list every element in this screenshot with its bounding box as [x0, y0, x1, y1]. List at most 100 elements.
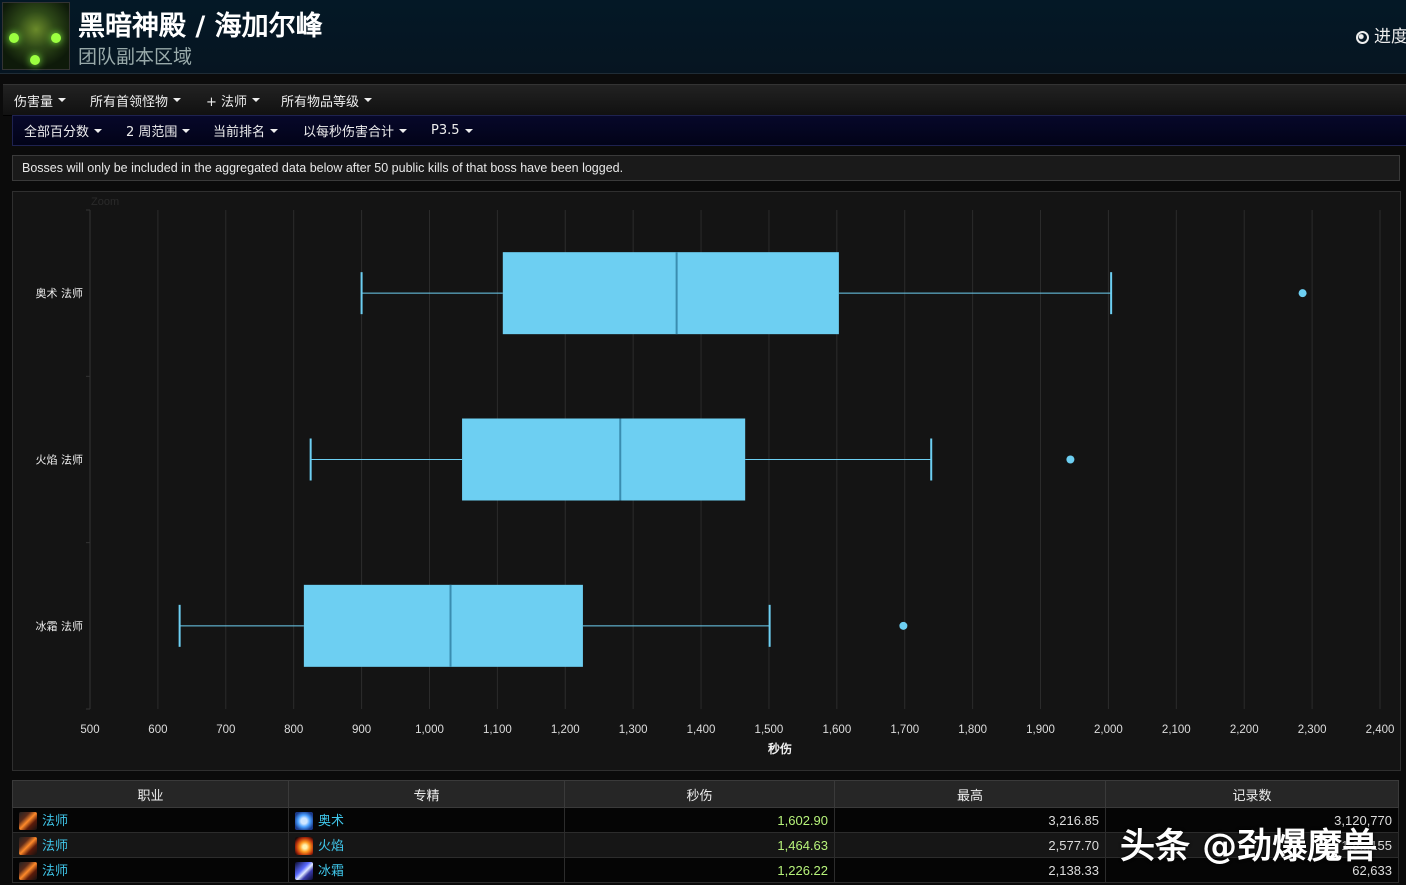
- dps-value: 1,226.22: [564, 857, 835, 883]
- x-tick-label: 600: [148, 724, 167, 736]
- max-value: 2,138.33: [834, 857, 1106, 883]
- ranking-dropdown[interactable]: 当前排名: [213, 116, 279, 145]
- caret-down-icon: [173, 98, 182, 102]
- spec-link[interactable]: 冰霜: [318, 864, 344, 879]
- caret-down-icon: [464, 128, 473, 133]
- x-tick-label: 2,000: [1094, 724, 1123, 736]
- col-header-spec[interactable]: 专精: [288, 780, 565, 808]
- category-label: 奥术 法师: [36, 286, 84, 300]
- metric-dropdown-label: 伤害量: [14, 94, 54, 110]
- item-level-dropdown-label: 所有物品等级: [281, 94, 360, 110]
- arcane-icon: [295, 812, 313, 831]
- chart-panel: Zoom 500 600 700 800 900 1,000 1,100 1,200 1,300…: [12, 191, 1401, 771]
- x-tick-label: 1,400: [687, 724, 716, 736]
- spec-cell: 火焰: [288, 832, 565, 858]
- class-dropdown-label: + 法师: [206, 94, 248, 110]
- spec-cell: 奥术: [288, 807, 565, 833]
- mage-class-icon: [19, 862, 37, 881]
- caret-down-icon: [270, 128, 279, 133]
- x-tick-label: 1,500: [755, 724, 784, 736]
- progress-link[interactable]: 进度: [1356, 22, 1406, 47]
- x-tick-label: 800: [284, 724, 303, 736]
- spec-link[interactable]: 火焰: [318, 839, 344, 854]
- page-title: 黑暗神殿 / 海加尔峰: [78, 11, 323, 42]
- frost-icon: [295, 862, 313, 881]
- class-cell: 法师: [12, 807, 289, 833]
- filter-bar-primary: 伤害量 所有首领怪物 + 法师 所有物品等级: [3, 84, 1406, 116]
- class-link[interactable]: 法师: [42, 864, 68, 879]
- caret-down-icon: [364, 98, 373, 102]
- watermark: 头条 @劲爆魔兽: [1120, 827, 1378, 867]
- caret-down-icon: [252, 98, 261, 102]
- fire-icon: [295, 837, 313, 856]
- col-header-records[interactable]: 记录数: [1105, 780, 1399, 808]
- outlier-point: [899, 621, 908, 630]
- aggregation-dropdown[interactable]: 以每秒伤害合计: [303, 116, 408, 145]
- caret-down-icon: [399, 128, 408, 133]
- percentile-dropdown[interactable]: 全部百分数: [24, 116, 103, 145]
- col-header-dps[interactable]: 秒伤: [564, 780, 835, 808]
- x-tick-label: 500: [80, 724, 99, 736]
- boss-dropdown[interactable]: 所有首领怪物: [90, 85, 182, 115]
- percentile-dropdown-label: 全部百分数: [24, 125, 90, 140]
- spec-link[interactable]: 奥术: [318, 814, 344, 829]
- x-tick-label: 900: [352, 724, 371, 736]
- x-tick-label: 2,200: [1230, 724, 1259, 736]
- page-subtitle: 团队副本区域: [78, 46, 193, 68]
- x-tick-label: 1,800: [958, 724, 987, 736]
- globe-icon: [1356, 31, 1369, 44]
- dps-value: 1,602.90: [564, 807, 835, 833]
- boxplot-chart: 500 600 700 800 900 1,000 1,100 1,200 1,300 1,400…: [36, 209, 1395, 756]
- progress-link-label: 进度: [1374, 27, 1406, 47]
- caret-down-icon: [58, 98, 67, 102]
- x-tick-label: 1,600: [822, 724, 851, 736]
- x-tick-label: 1,700: [890, 724, 919, 736]
- class-link[interactable]: 法师: [42, 814, 68, 829]
- class-dropdown[interactable]: + 法师: [206, 85, 261, 115]
- page-header: 黑暗神殿 / 海加尔峰 团队副本区域 进度: [0, 0, 1406, 74]
- box: [502, 252, 839, 335]
- boss-dropdown-label: 所有首领怪物: [90, 94, 169, 110]
- ranking-dropdown-label: 当前排名: [213, 125, 266, 140]
- col-header-max[interactable]: 最高: [834, 780, 1106, 808]
- phase-dropdown[interactable]: P3.5: [431, 116, 473, 145]
- phase-dropdown-label: P3.5: [431, 123, 460, 138]
- max-value: 2,577.70: [834, 832, 1106, 858]
- class-link[interactable]: 法师: [42, 839, 68, 854]
- box: [462, 418, 746, 501]
- spec-cell: 冰霜: [288, 857, 565, 883]
- x-axis-title: 秒伤: [768, 741, 792, 756]
- mage-class-icon: [19, 812, 37, 831]
- x-tick-label: 1,200: [551, 724, 580, 736]
- max-value: 3,216.85: [834, 807, 1106, 833]
- box: [303, 584, 583, 667]
- col-header-class[interactable]: 职业: [12, 780, 289, 808]
- x-tick-label: 1,900: [1026, 724, 1055, 736]
- time-range-dropdown[interactable]: 2 周范围: [126, 116, 191, 145]
- class-cell: 法师: [12, 857, 289, 883]
- zone-icon: [2, 2, 70, 70]
- notice-banner: Bosses will only be included in the aggr…: [12, 155, 1400, 181]
- x-tick-label: 700: [216, 724, 235, 736]
- x-tick-label: 2,400: [1366, 724, 1395, 736]
- filter-bar-secondary: 全部百分数 2 周范围 当前排名 以每秒伤害合计 P3.5: [12, 115, 1406, 146]
- caret-down-icon: [182, 128, 191, 133]
- dps-value: 1,464.63: [564, 832, 835, 858]
- table-header-row: 职业 专精 秒伤 最高 记录数: [12, 780, 1399, 808]
- x-tick-label: 2,100: [1162, 724, 1191, 736]
- aggregation-dropdown-label: 以每秒伤害合计: [303, 125, 395, 140]
- class-cell: 法师: [12, 832, 289, 858]
- caret-down-icon: [94, 128, 103, 133]
- x-tick-label: 1,300: [619, 724, 648, 736]
- item-level-dropdown[interactable]: 所有物品等级: [281, 85, 373, 115]
- outlier-point: [1066, 455, 1075, 464]
- x-tick-label: 1,000: [415, 724, 444, 736]
- category-label: 冰霜 法师: [36, 619, 84, 633]
- x-tick-label: 2,300: [1298, 724, 1327, 736]
- metric-dropdown[interactable]: 伤害量: [14, 85, 67, 115]
- outlier-point: [1298, 289, 1307, 298]
- x-tick-label: 1,100: [483, 724, 512, 736]
- mage-class-icon: [19, 837, 37, 856]
- time-range-dropdown-label: 2 周范围: [126, 125, 178, 140]
- category-label: 火焰 法师: [36, 453, 84, 467]
